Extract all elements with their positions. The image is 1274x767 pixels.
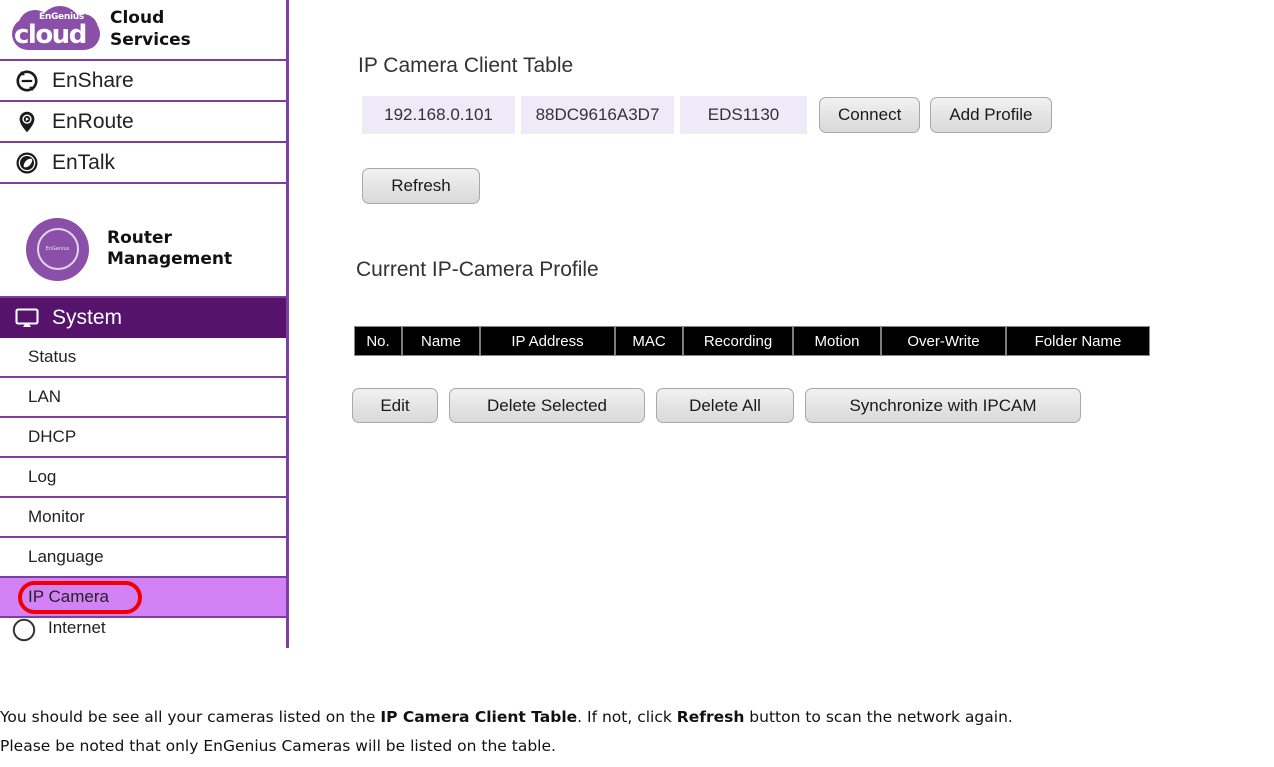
delete-all-button[interactable]: Delete All	[656, 388, 794, 423]
sidebar-item-label: EnShare	[52, 68, 134, 92]
sidebar-section-label: Internet	[48, 618, 106, 637]
profile-action-buttons: Edit Delete Selected Delete All Synchron…	[352, 388, 1081, 423]
sidebar-item-log[interactable]: Log	[0, 458, 286, 498]
router-badge-text: EnGenius	[45, 246, 70, 252]
column-header-ip-address: IP Address	[481, 327, 616, 355]
caption-text: button to scan the network again.	[744, 708, 1013, 726]
refresh-button[interactable]: Refresh	[362, 168, 480, 204]
synchronize-ipcam-button[interactable]: Synchronize with IPCAM	[805, 388, 1081, 423]
monitor-icon	[14, 305, 40, 331]
logo-word-text: cloud	[14, 19, 87, 50]
sidebar-item-label: EnRoute	[52, 109, 134, 133]
sidebar-item-lan[interactable]: LAN	[0, 378, 286, 418]
sidebar-item-ip-camera[interactable]: IP Camera	[0, 578, 286, 618]
column-header-over-write: Over-Write	[882, 327, 1007, 355]
add-profile-button[interactable]: Add Profile	[930, 97, 1052, 133]
sidebar-item-enshare[interactable]: EnShare	[0, 61, 286, 102]
sidebar-item-label: EnTalk	[52, 150, 116, 174]
sidebar-item-status[interactable]: Status	[0, 338, 286, 378]
refresh-button-wrap: Refresh	[362, 168, 480, 204]
router-management-header: EnGenius Router Management	[0, 202, 286, 298]
engenius-cloud-logo-icon: EnGenius cloud	[6, 5, 106, 54]
menu-item-label: Monitor	[28, 507, 85, 526]
caption-block: You should be see all your cameras liste…	[0, 703, 1274, 761]
sidebar-item-monitor[interactable]: Monitor	[0, 498, 286, 538]
ip-camera-client-table: 192.168.0.101 88DC9616A3D7 EDS1130 Conne…	[362, 96, 1052, 134]
column-header-folder-name: Folder Name	[1034, 332, 1122, 350]
router-badge-icon: EnGenius	[26, 217, 89, 281]
globe-icon	[12, 618, 38, 642]
connect-button[interactable]: Connect	[819, 97, 921, 133]
caption-bold-refresh: Refresh	[676, 708, 745, 726]
client-table-title: IP Camera Client Table	[358, 54, 574, 77]
sidebar-item-enroute[interactable]: EnRoute	[0, 102, 286, 143]
app-screenshot: EnGenius cloud Cloud Services EnShare En…	[0, 0, 1274, 767]
menu-item-label: Language	[28, 547, 104, 566]
map-pin-icon	[14, 109, 40, 135]
caption-text: . If not, click	[577, 708, 677, 726]
delete-selected-button[interactable]: Delete Selected	[449, 388, 645, 423]
menu-item-label: LAN	[28, 387, 62, 406]
column-header-mac: MAC	[616, 327, 684, 355]
column-header-no: No.	[355, 327, 403, 355]
client-ip-cell: 192.168.0.101	[362, 96, 515, 134]
caption-text: You should be see all your cameras liste…	[0, 708, 381, 726]
menu-item-label: Log	[28, 467, 57, 486]
main-content: IP Camera Client Table 192.168.0.101 88D…	[292, 0, 1274, 648]
sidebar-section-system[interactable]: System	[0, 298, 286, 338]
menu-item-label: DHCP	[28, 427, 77, 446]
sync-icon	[14, 68, 40, 94]
caption-bold-client-table: IP Camera Client Table	[380, 708, 578, 726]
caption-line-1: You should be see all your cameras liste…	[0, 703, 1274, 732]
edit-button[interactable]: Edit	[352, 388, 438, 423]
column-header-name: Name	[403, 327, 481, 355]
sidebar-spacer	[0, 184, 286, 202]
brand-title-line1: Cloud	[110, 8, 165, 29]
sidebar-item-language[interactable]: Language	[0, 538, 286, 578]
router-title-line2: Management	[107, 249, 233, 269]
sidebar: EnGenius cloud Cloud Services EnShare En…	[0, 0, 289, 648]
brand-title: Cloud Services	[110, 8, 191, 51]
brand-title-line2: Services	[110, 29, 191, 50]
sidebar-item-dhcp[interactable]: DHCP	[0, 418, 286, 458]
router-management-title: Router Management	[107, 228, 232, 271]
column-header-motion: Motion	[794, 327, 882, 355]
menu-item-label: Status	[28, 347, 77, 366]
client-model-cell: EDS1130	[680, 96, 807, 134]
profile-table-title: Current IP-Camera Profile	[356, 258, 599, 281]
router-title-line1: Router	[107, 227, 172, 248]
column-header-recording: Recording	[684, 327, 794, 355]
sidebar-section-internet[interactable]: Internet	[0, 618, 286, 642]
sidebar-item-entalk[interactable]: EnTalk	[0, 143, 286, 184]
profile-table-header-row: No. Name IP Address MAC Recording Motion…	[354, 326, 1150, 356]
talk-icon	[14, 150, 40, 176]
client-mac-cell: 88DC9616A3D7	[521, 96, 674, 134]
sidebar-section-label: System	[52, 306, 123, 329]
menu-item-label: IP Camera	[28, 587, 109, 606]
caption-line-2: Please be noted that only EnGenius Camer…	[0, 737, 556, 755]
brand-header: EnGenius cloud Cloud Services	[0, 0, 286, 61]
